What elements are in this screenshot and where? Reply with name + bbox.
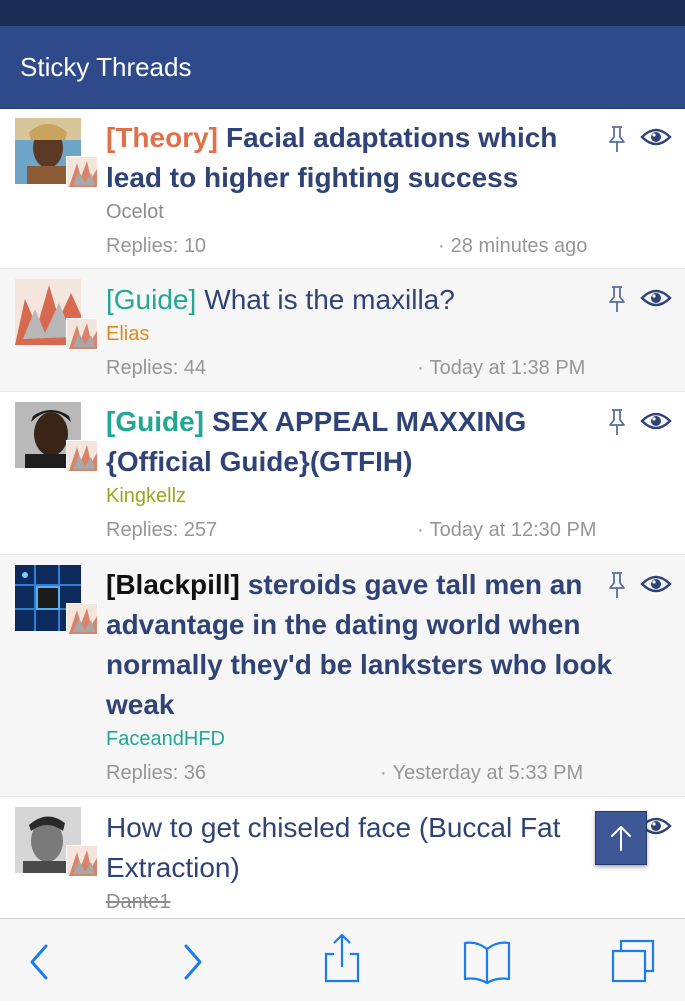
thread-author[interactable]: Kingkellz — [106, 484, 186, 508]
eye-icon[interactable] — [640, 572, 672, 596]
thread-prefix[interactable]: [Theory] — [106, 122, 218, 153]
page-header: Sticky Threads — [0, 26, 685, 109]
last-poster-avatar[interactable] — [66, 440, 98, 472]
thread-row[interactable]: [Theory] Facial adaptations which lead to… — [0, 108, 685, 269]
share-icon — [324, 933, 360, 983]
back-button[interactable] — [10, 919, 70, 1001]
thread-row[interactable]: [Guide] What is the maxilla? Elias Replie… — [0, 269, 685, 392]
thread-title[interactable]: How to get chiseled face (Buccal Fat Ext… — [106, 812, 560, 883]
thread-prefix[interactable]: [Guide] — [106, 284, 196, 315]
back-icon — [30, 944, 48, 980]
arrow-up-icon — [611, 826, 631, 851]
reply-count: Replies: 257 — [106, 519, 218, 541]
reply-count: Replies: 36 — [106, 762, 207, 784]
tabs-icon — [611, 939, 655, 983]
last-poster-avatar[interactable] — [66, 318, 98, 350]
reply-count: Replies: 44 — [106, 357, 207, 379]
eye-icon[interactable] — [640, 125, 672, 149]
thread-prefix[interactable]: [Guide] — [106, 406, 204, 437]
forward-icon — [184, 944, 202, 980]
tabs-button[interactable] — [603, 919, 663, 1001]
forward-button[interactable] — [162, 919, 222, 1001]
last-poster-avatar[interactable] — [66, 603, 98, 635]
last-post-time[interactable]: · Today at 12:30 PM — [417, 518, 596, 542]
thread-row[interactable]: How to get chiseled face (Buccal Fat Ext… — [0, 797, 685, 918]
thread-title[interactable]: What is the maxilla? — [204, 284, 455, 315]
thread-title-link[interactable]: [Theory] Facial adaptations which lead to… — [106, 118, 596, 198]
pin-icon — [609, 572, 625, 598]
browser-toolbar — [0, 918, 685, 1001]
thread-author[interactable]: FaceandHFD — [106, 727, 225, 751]
pin-icon — [609, 286, 625, 312]
last-post-time[interactable]: · 28 minutes ago — [438, 234, 587, 258]
share-button[interactable] — [312, 919, 372, 1001]
thread-title-link[interactable]: [Guide] What is the maxilla? — [106, 280, 596, 320]
page-title: Sticky Threads — [20, 52, 192, 82]
thread-title-link[interactable]: How to get chiseled face (Buccal Fat Ext… — [106, 808, 596, 888]
thread-row[interactable]: [Guide] SEX APPEAL MAXXING {Official Guid… — [0, 392, 685, 555]
status-bar — [0, 0, 685, 26]
bookmarks-icon — [463, 941, 511, 985]
last-post-time[interactable]: · Today at 1:38 PM — [417, 356, 585, 380]
last-poster-avatar[interactable] — [66, 845, 98, 877]
pin-icon — [609, 126, 625, 152]
reply-count: Replies: 10 — [106, 235, 207, 257]
thread-title-link[interactable]: [Blackpill] steroids gave tall men an adv… — [106, 565, 651, 725]
bookmarks-button[interactable] — [457, 919, 517, 1001]
last-poster-avatar[interactable] — [66, 156, 98, 188]
thread-row[interactable]: [Blackpill] steroids gave tall men an adv… — [0, 555, 685, 797]
pin-icon — [609, 409, 625, 435]
thread-author[interactable]: Ocelot — [106, 200, 164, 224]
thread-prefix[interactable]: [Blackpill] — [106, 569, 240, 600]
scroll-to-top-button[interactable] — [595, 811, 647, 865]
thread-title-link[interactable]: [Guide] SEX APPEAL MAXXING {Official Guid… — [106, 402, 596, 482]
eye-icon[interactable] — [640, 286, 672, 310]
last-post-time[interactable]: · Yesterday at 5:33 PM — [380, 761, 583, 785]
thread-author[interactable]: Elias — [106, 322, 149, 346]
thread-author[interactable]: Dante1 — [106, 890, 171, 914]
eye-icon[interactable] — [640, 409, 672, 433]
